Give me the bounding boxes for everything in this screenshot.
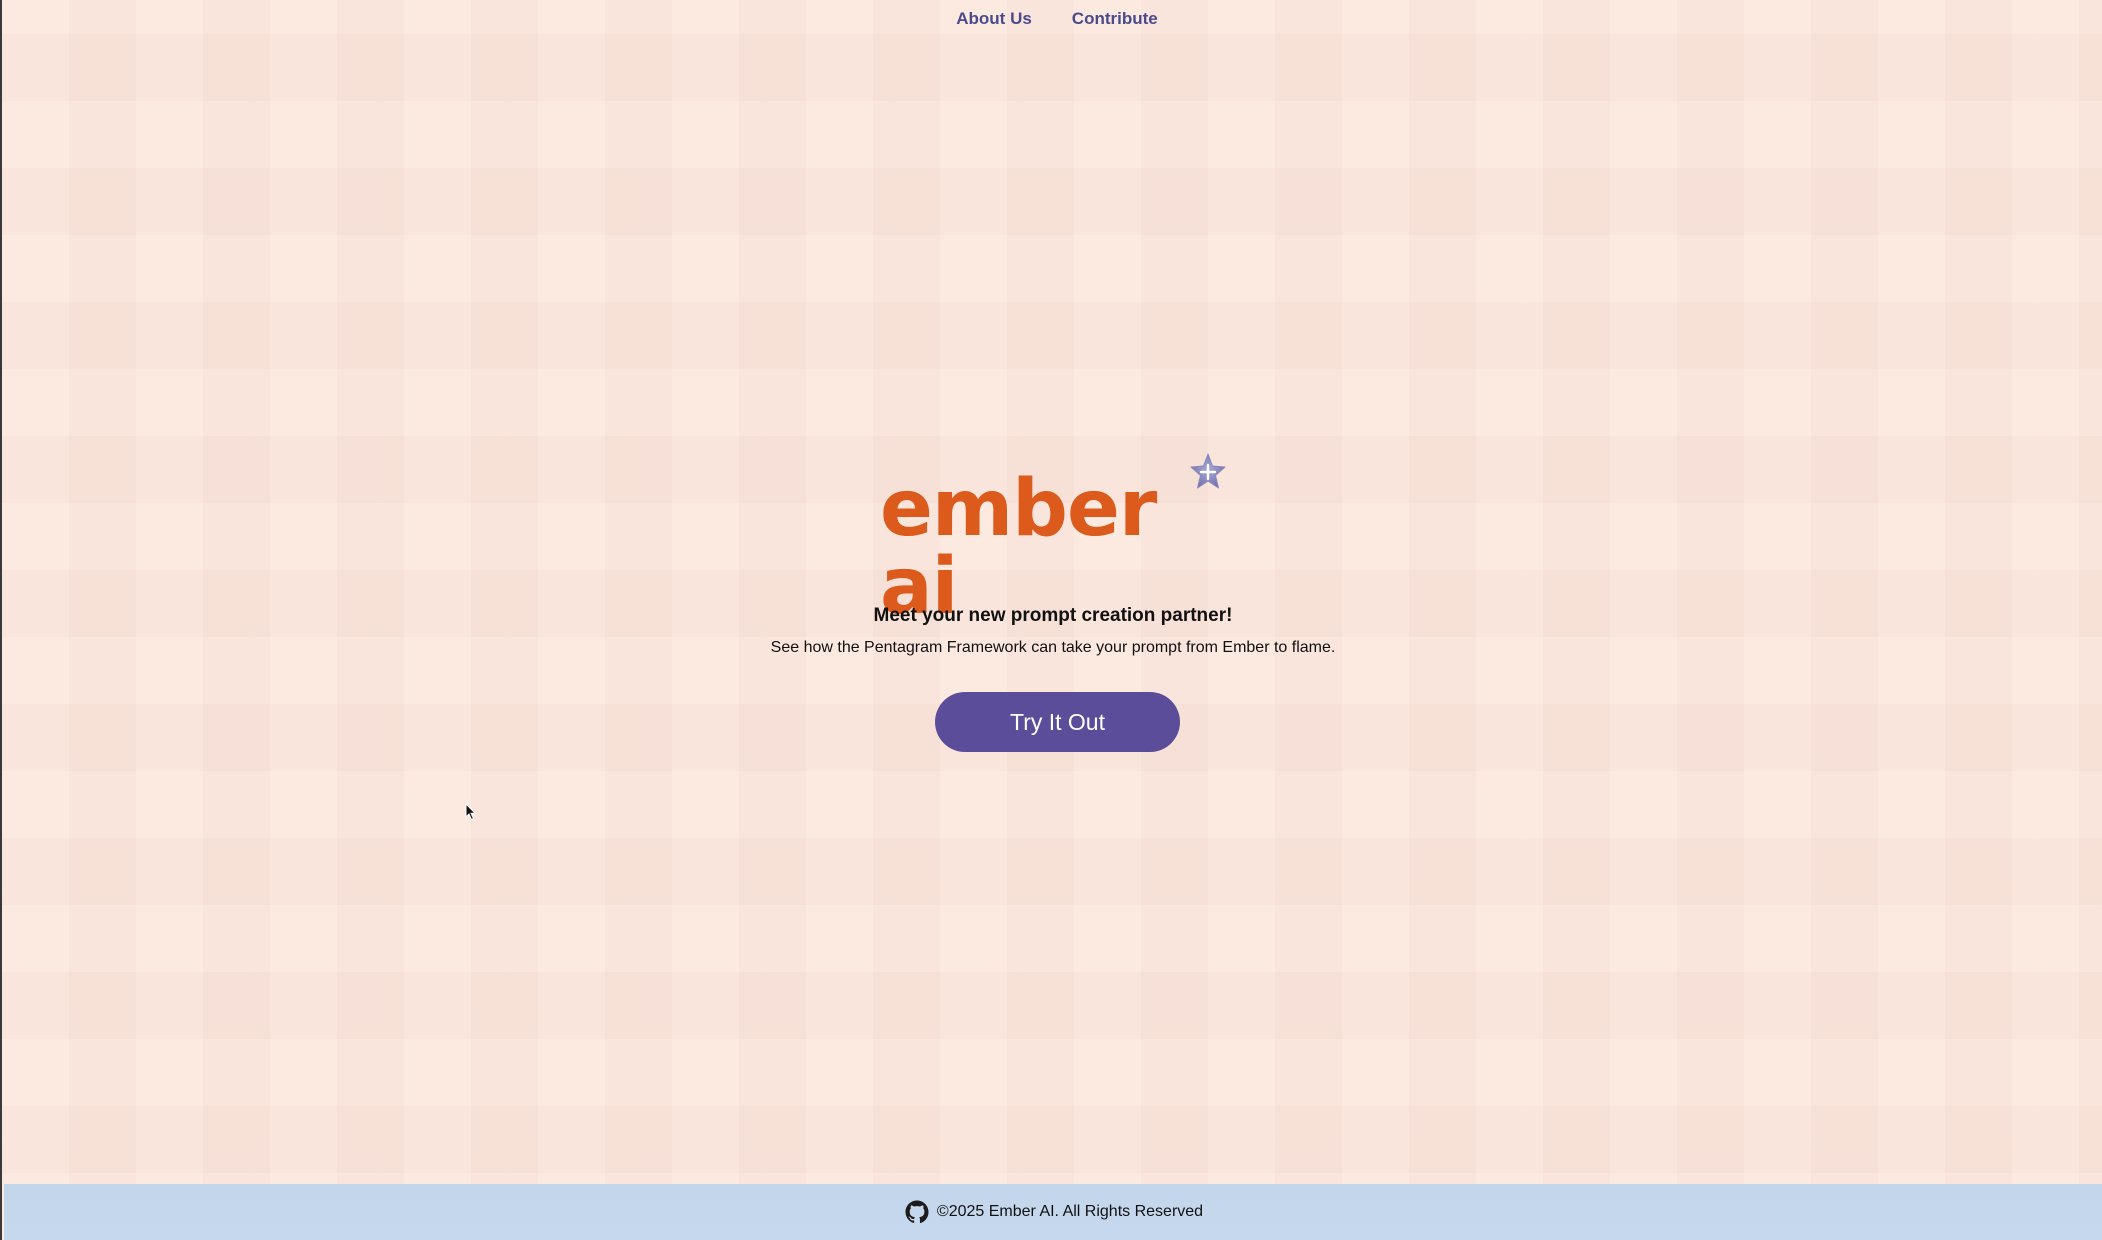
mouse-cursor-icon (465, 803, 477, 821)
try-it-out-button[interactable]: Try It Out (935, 692, 1180, 752)
top-nav: About Us Contribute (2, 9, 2102, 29)
nav-contribute-link[interactable]: Contribute (1072, 9, 1158, 29)
nav-about-us-link[interactable]: About Us (956, 9, 1032, 29)
logo: ember ai (872, 450, 1242, 626)
sparkle-star-icon (1190, 453, 1226, 489)
hero-tagline: Meet your new prompt creation partner! (873, 605, 1233, 626)
logo-wordmark: ember ai (880, 464, 1157, 632)
hero-subline: See how the Pentagram Framework can take… (770, 639, 1336, 656)
github-icon[interactable] (905, 1200, 929, 1224)
footer: ©2025 Ember AI. All Rights Reserved (4, 1184, 2102, 1240)
page-frame: About Us Contribute ember ai Meet your n… (0, 0, 2102, 1240)
footer-copyright: ©2025 Ember AI. All Rights Reserved (936, 1203, 1204, 1220)
